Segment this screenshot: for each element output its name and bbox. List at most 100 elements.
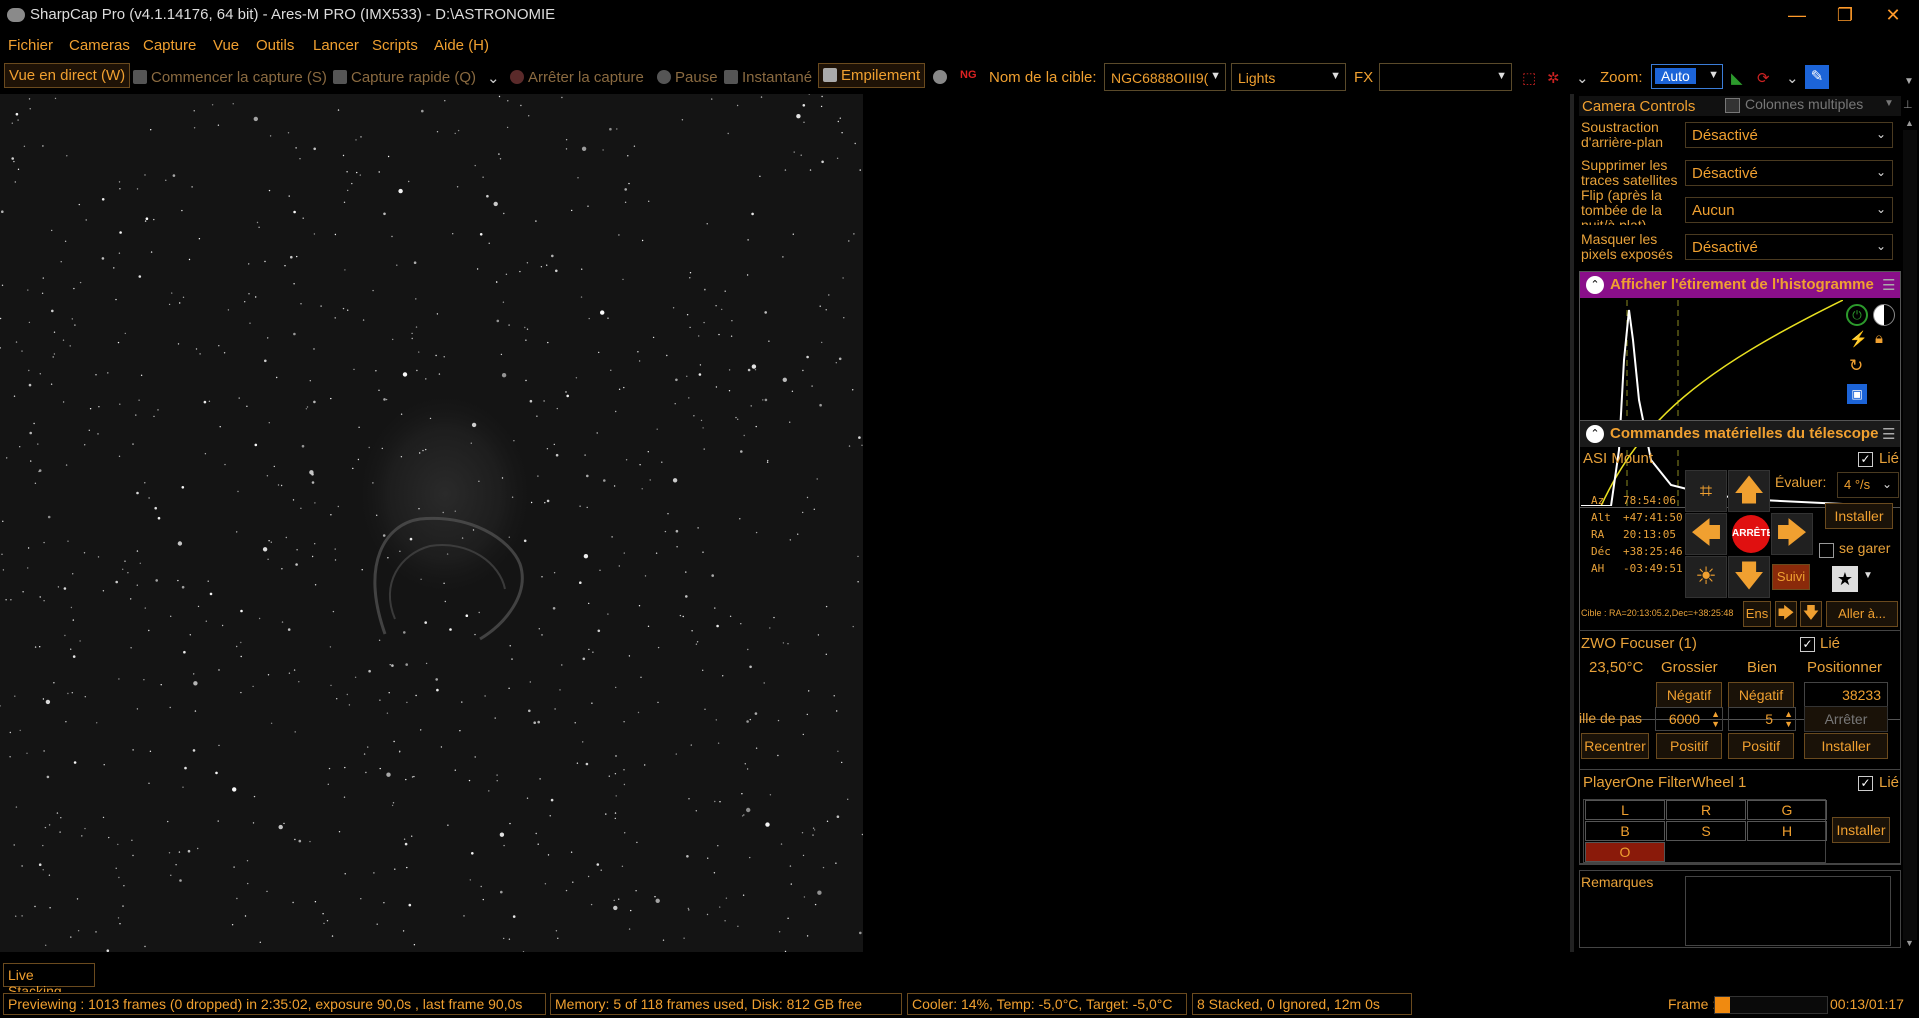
close-button[interactable]: ✕ <box>1870 0 1916 30</box>
stop-button[interactable]: ARRÊTE <box>1732 515 1770 553</box>
collapse-all-icon[interactable]: ▼ <box>1884 98 1894 109</box>
tracking-button[interactable]: Suivi <box>1772 564 1810 590</box>
south-arrow-button[interactable]: 🡇︎ <box>1728 556 1770 598</box>
filter-s[interactable]: S <box>1666 821 1746 841</box>
timer-icon[interactable]: ⟳ <box>1757 69 1770 87</box>
fx-select[interactable]: ▼ <box>1379 63 1512 91</box>
mount-setup-button[interactable]: Installer <box>1825 503 1893 529</box>
toolbar-overflow-icon[interactable]: ▼ <box>1904 76 1914 87</box>
menu-lines-icon[interactable]: ☰ <box>1882 425 1895 443</box>
save-icon[interactable]: ▣ <box>1847 384 1867 404</box>
mask-pixels-select[interactable]: Désactivé ⌄ <box>1685 234 1893 260</box>
contrast-icon[interactable] <box>1873 304 1895 326</box>
sync-button[interactable]: Ens <box>1743 601 1771 627</box>
recenter-button[interactable]: Recentrer <box>1581 733 1649 759</box>
notes-textarea[interactable] <box>1685 876 1891 946</box>
menu-outils[interactable]: Outils <box>256 37 294 54</box>
menu-capture[interactable]: Capture <box>143 37 196 54</box>
coarse-negative-button[interactable]: Négatif <box>1656 682 1722 708</box>
filter-b[interactable]: B <box>1585 821 1665 841</box>
histogram-header[interactable]: ⌃ Afficher l'étirement de l'histogramme … <box>1580 272 1900 298</box>
telescope-header[interactable]: ⌃ Commandes matérielles du télescope ☰ <box>1580 421 1900 447</box>
lightning-icon[interactable]: ⚡ <box>1849 330 1868 348</box>
live-view-button[interactable]: Vue en direct (W) <box>4 63 131 88</box>
fine-step-input[interactable]: 5 ▲ ▼ <box>1728 707 1796 731</box>
flip-select[interactable]: Aucun ⌄ <box>1685 197 1893 223</box>
minimize-button[interactable]: — <box>1774 0 1820 30</box>
star <box>278 824 283 830</box>
focuser-linked-checkbox[interactable]: ✓ <box>1800 637 1815 652</box>
restore-button[interactable]: ❐ <box>1822 0 1868 30</box>
menu-scripts[interactable]: Scripts <box>372 37 418 54</box>
stepper-icon[interactable]: ▲ ▼ <box>1784 709 1793 729</box>
menu-fichier[interactable]: Fichier <box>8 37 53 54</box>
scroll-up-icon[interactable]: ▲ <box>1905 118 1914 128</box>
crosshair-dropdown-icon[interactable]: ⌄ <box>1576 69 1589 87</box>
north-arrow-button[interactable]: 🡅︎ <box>1728 470 1770 512</box>
histogram-icon[interactable]: ◣ <box>1731 69 1743 87</box>
east-arrow-button[interactable]: 🡆︎ <box>1771 513 1813 555</box>
filter-g[interactable]: G <box>1747 800 1827 820</box>
ng-icon[interactable]: NG <box>960 69 977 81</box>
fine-positive-button[interactable]: Positif <box>1728 733 1794 759</box>
focuser-setup-button[interactable]: Installer <box>1804 733 1888 759</box>
frame-type-select[interactable]: Lights ▼ <box>1231 63 1346 91</box>
filterwheel-linked-checkbox[interactable]: ✓ <box>1858 776 1873 791</box>
zoom-select[interactable]: Auto ▼ <box>1651 64 1723 89</box>
target-name-input[interactable]: NGC6888OIII9(▼ <box>1104 63 1226 91</box>
position-input[interactable]: 38233 <box>1804 682 1888 708</box>
panel-splitter[interactable] <box>1570 94 1574 952</box>
goto-button[interactable]: Aller à... <box>1826 601 1898 627</box>
pin-icon[interactable]: ⊥ <box>1903 98 1913 111</box>
star-icon[interactable]: ★ <box>1832 566 1858 592</box>
filter-r[interactable]: R <box>1666 800 1746 820</box>
power-icon[interactable]: ⏻ <box>1846 304 1868 326</box>
stop-capture-button[interactable]: Arrêter la capture <box>510 69 644 86</box>
menu-lines-icon[interactable]: ☰ <box>1882 276 1895 294</box>
menu-cameras[interactable]: Cameras <box>69 37 130 54</box>
coarse-positive-button[interactable]: Positif <box>1656 733 1722 759</box>
reset-icon[interactable]: ↻ <box>1849 356 1863 376</box>
right-arrow-button[interactable]: 🡆︎ <box>1775 601 1797 627</box>
chevron-down-icon[interactable]: ▼ <box>1863 570 1873 581</box>
selection-icon[interactable]: ⬚ <box>1522 69 1536 87</box>
scroll-down-icon[interactable]: ▼ <box>1905 938 1914 948</box>
start-capture-button[interactable]: Commencer la capture (S) <box>133 69 327 86</box>
focuser-stop-button[interactable]: Arrêter <box>1804 706 1888 732</box>
stepper-icon[interactable]: ▲ ▼ <box>1711 709 1720 729</box>
stacking-button[interactable]: Empilement <box>818 63 926 88</box>
menu-aide[interactable]: Aide (H) <box>434 37 489 54</box>
filterwheel-setup-button[interactable]: Installer <box>1832 817 1890 843</box>
collapse-icon[interactable]: ⌃ <box>1586 276 1604 294</box>
satellite-trails-select[interactable]: Désactivé ⌄ <box>1685 160 1893 186</box>
collapse-icon[interactable]: ⌃ <box>1586 425 1604 443</box>
spiral-search-icon[interactable]: ⌗ <box>1685 470 1727 512</box>
quick-capture-button[interactable]: Capture rapide (Q) <box>333 69 476 86</box>
down-arrow-button[interactable]: 🡇︎ <box>1800 601 1822 627</box>
west-arrow-button[interactable]: 🡄︎ <box>1685 513 1727 555</box>
menu-lancer[interactable]: Lancer <box>313 37 359 54</box>
bg-subtraction-select[interactable]: Désactivé ⌄ <box>1685 122 1893 148</box>
menu-vue[interactable]: Vue <box>213 37 239 54</box>
filter-l[interactable]: L <box>1585 800 1665 820</box>
lock-icon[interactable]: 🔒︎ <box>1875 330 1883 347</box>
image-preview[interactable] <box>0 94 863 952</box>
park-checkbox[interactable] <box>1819 543 1834 558</box>
pen-icon[interactable]: ✎ <box>1805 65 1829 89</box>
fine-negative-button[interactable]: Négatif <box>1728 682 1794 708</box>
panel-scrollbar[interactable] <box>1903 130 1917 940</box>
sun-icon[interactable]: ☀︎ <box>1685 556 1727 598</box>
snapshot-button[interactable]: Instantané <box>724 69 812 86</box>
pause-button[interactable]: Pause <box>657 69 718 86</box>
coarse-step-input[interactable]: 6000 ▲ ▼ <box>1655 707 1723 731</box>
sphere-icon[interactable] <box>933 69 951 86</box>
rate-select[interactable]: 4 °/s ⌄ <box>1837 472 1899 498</box>
live-stacking-tab[interactable]: Live Stacking <box>3 963 95 999</box>
timer-dropdown-icon[interactable]: ⌄ <box>1786 69 1799 87</box>
crosshair-icon[interactable]: ✲ <box>1547 69 1560 87</box>
filter-h[interactable]: H <box>1747 821 1827 841</box>
mount-linked-checkbox[interactable]: ✓ <box>1858 452 1873 467</box>
quick-capture-dropdown-icon[interactable]: ⌄ <box>487 69 500 87</box>
multi-columns-checkbox[interactable] <box>1725 98 1740 113</box>
filter-o-selected[interactable]: O <box>1585 842 1665 862</box>
